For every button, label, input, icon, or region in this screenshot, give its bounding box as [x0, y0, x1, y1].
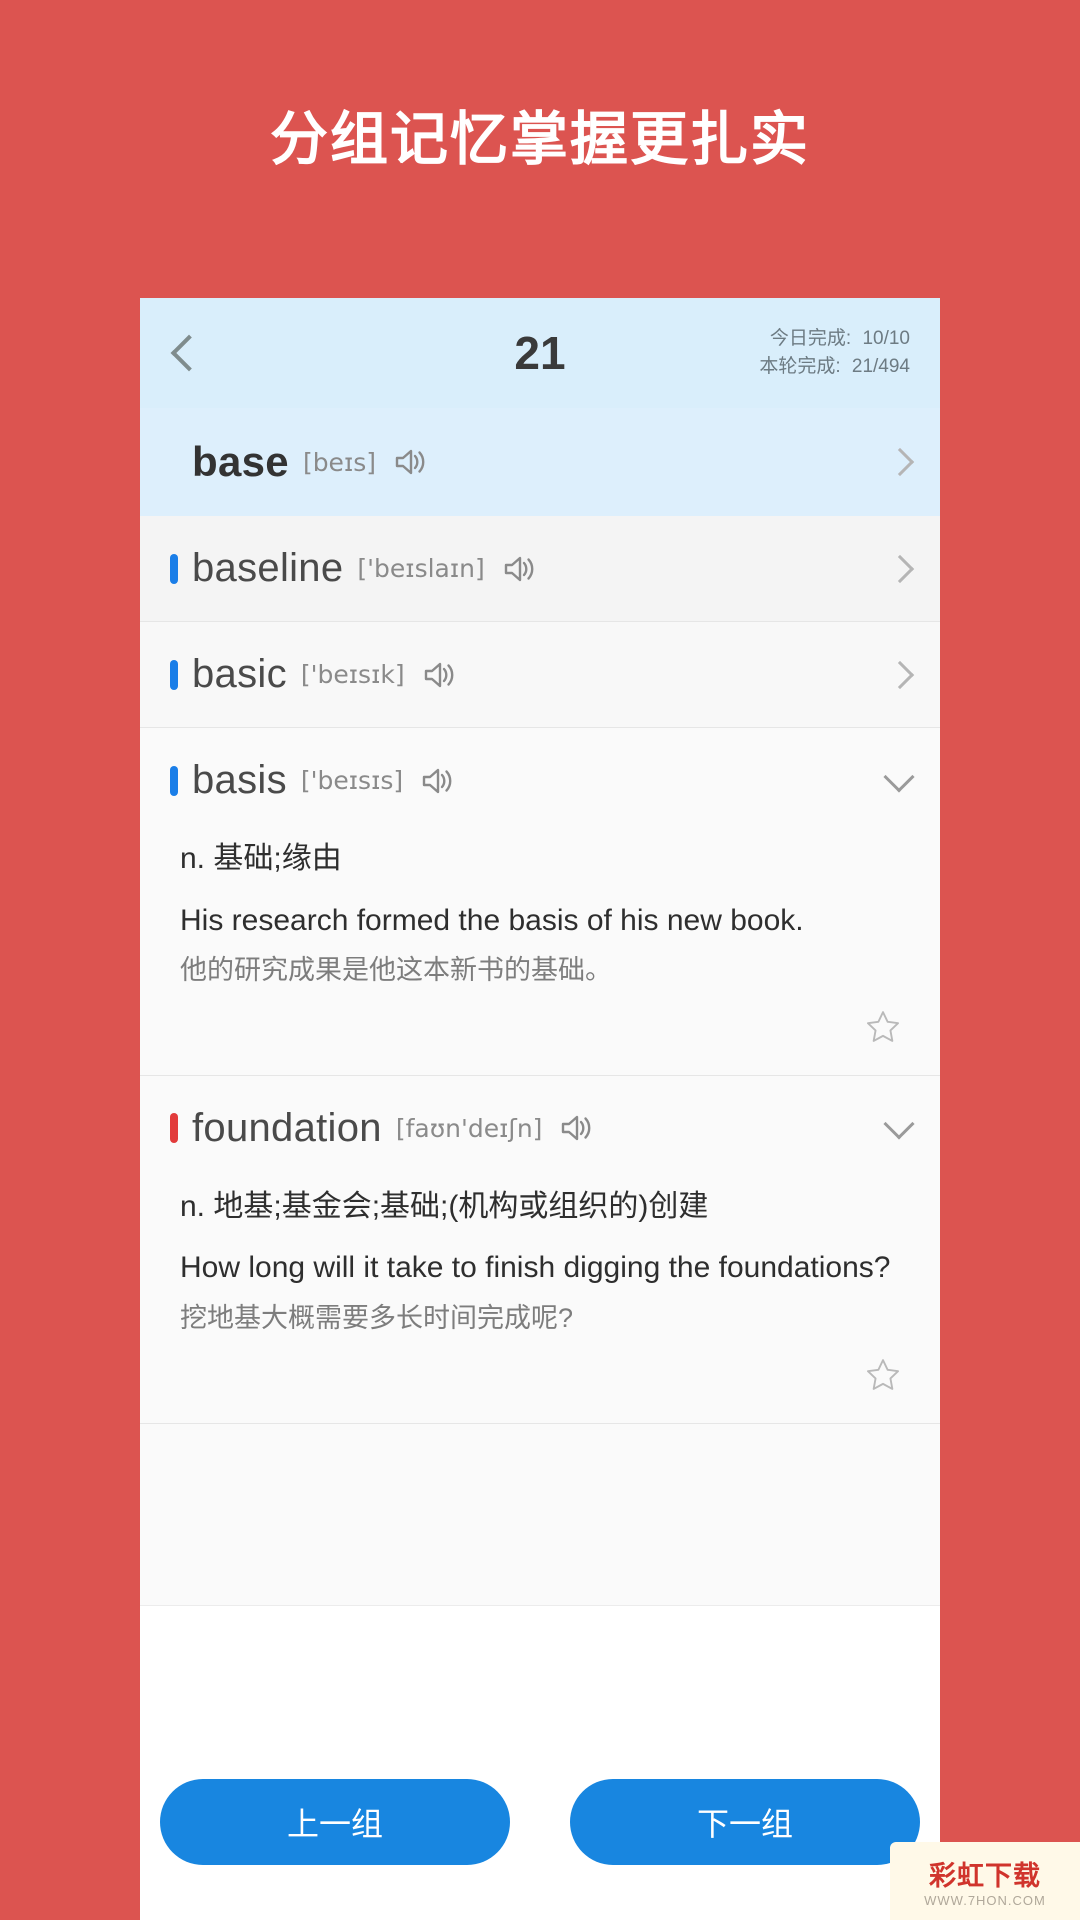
today-progress-row: 今日完成: 10/10: [759, 325, 910, 354]
favorite-row: [180, 990, 910, 1061]
round-progress-row: 本轮完成: 21/494: [759, 353, 910, 382]
chevron-down-icon[interactable]: [883, 760, 915, 793]
star-outline-icon[interactable]: [864, 1008, 902, 1051]
list-item[interactable]: basis ['beɪsɪs] n. 基础;缘由 His research fo…: [140, 728, 940, 1076]
page-title: 分组记忆掌握更扎实: [269, 107, 810, 172]
star-outline-icon[interactable]: [864, 1356, 902, 1399]
list-item[interactable]: basic ['beɪsɪk]: [140, 622, 940, 728]
favorite-row: [180, 1338, 910, 1409]
status-marker: [170, 447, 178, 477]
example-cn-text: 他的研究成果是他这本新书的基础。: [180, 955, 612, 986]
word-text: basis: [192, 758, 287, 802]
phonetic-text: [beɪs]: [302, 447, 377, 477]
next-group-button[interactable]: 下一组: [570, 1779, 920, 1865]
chevron-down-icon[interactable]: [883, 1108, 915, 1140]
chevron-left-icon: [170, 334, 208, 372]
word-row[interactable]: foundation [faʊn'deɪʃn]: [140, 1076, 940, 1181]
list-empty-space: [140, 1423, 940, 1606]
word-detail: n. 基础;缘由 His research formed the basis o…: [140, 833, 940, 1075]
phonetic-text: [faʊn'deɪʃn]: [395, 1113, 543, 1143]
word-row[interactable]: basis ['beɪsɪs]: [140, 728, 940, 833]
list-item[interactable]: baseline ['beɪslaɪn]: [140, 516, 940, 622]
watermark: 彩虹下载 WWW.7HON.COM: [890, 1842, 1080, 1920]
today-progress-label: 今日完成:: [769, 327, 852, 349]
chevron-right-icon[interactable]: [885, 660, 915, 689]
example-en-text: His research formed the basis of his new…: [180, 903, 804, 937]
status-marker: [170, 553, 178, 584]
watermark-main-text: 彩虹下载: [929, 1861, 1041, 1891]
round-progress-value: 21/494: [851, 356, 910, 377]
back-button[interactable]: [140, 298, 230, 408]
bottom-action-bar: 上一组 下一组: [140, 1750, 940, 1920]
promo-banner: 分组记忆掌握更扎实: [0, 0, 1080, 176]
app-header: 21 今日完成: 10/10 本轮完成: 21/494: [140, 298, 940, 408]
example-cn-text: 挖地基大概需要多长时间完成呢?: [180, 1302, 574, 1333]
phonetic-text: ['beɪsɪk]: [300, 660, 405, 689]
phone-screen: 21 今日完成: 10/10 本轮完成: 21/494 base [beɪs]: [140, 298, 940, 1920]
definition-text: n. 基础;缘由: [180, 842, 342, 875]
word-text: basic: [192, 652, 287, 696]
today-progress-value: 10/10: [862, 327, 910, 349]
speaker-icon[interactable]: [421, 766, 455, 796]
word-row[interactable]: basic ['beɪsɪk]: [140, 622, 940, 727]
list-item[interactable]: base [beɪs]: [140, 408, 940, 516]
round-progress-label: 本轮完成:: [759, 356, 841, 377]
status-marker: [170, 765, 178, 796]
list-item[interactable]: foundation [faʊn'deɪʃn] n. 地基;基金会;基础;(机构…: [140, 1075, 940, 1424]
status-marker: [170, 659, 178, 690]
phonetic-text: ['beɪsɪs]: [300, 766, 404, 795]
chevron-right-icon[interactable]: [885, 447, 915, 477]
example-en-text: How long will it take to finish digging …: [180, 1251, 891, 1285]
word-detail: n. 地基;基金会;基础;(机构或组织的)创建 How long will it…: [140, 1181, 940, 1423]
progress-stats: 今日完成: 10/10 本轮完成: 21/494: [759, 325, 910, 382]
chevron-right-icon[interactable]: [885, 554, 915, 583]
word-text: base: [192, 438, 289, 485]
word-list: base [beɪs] baseline ['beɪslaɪn] basic […: [140, 408, 940, 1606]
speaker-icon[interactable]: [503, 554, 537, 584]
speaker-icon[interactable]: [423, 660, 457, 690]
word-text: foundation: [192, 1105, 382, 1150]
prev-group-button[interactable]: 上一组: [160, 1779, 510, 1865]
word-text: baseline: [192, 546, 344, 590]
status-marker: [170, 1113, 178, 1144]
definition-text: n. 地基;基金会;基础;(机构或组织的)创建: [180, 1189, 709, 1223]
speaker-icon[interactable]: [560, 1113, 594, 1143]
word-row[interactable]: base [beɪs]: [140, 408, 940, 516]
phonetic-text: ['beɪslaɪn]: [357, 554, 485, 583]
speaker-icon[interactable]: [394, 447, 428, 477]
word-row[interactable]: baseline ['beɪslaɪn]: [140, 516, 940, 621]
watermark-sub-text: WWW.7HON.COM: [924, 1893, 1046, 1908]
